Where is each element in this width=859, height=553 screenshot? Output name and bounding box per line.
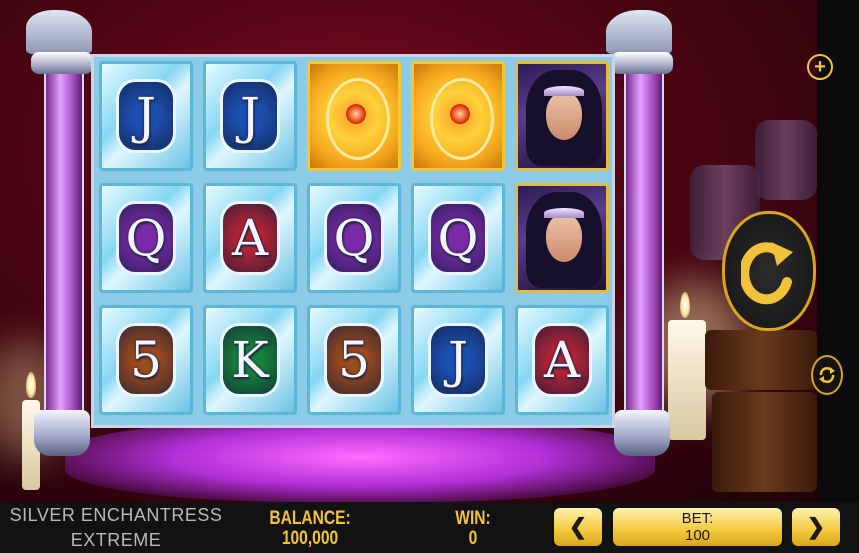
potion-jar-2 [755,120,817,200]
scatter-symbol-icon [411,61,505,171]
spin-button[interactable] [722,211,816,331]
plus-icon: + [814,56,826,78]
game-scene: J Q 5 J A K Q 5 Q J A + [0,0,859,502]
symbol-tile: A [203,183,297,293]
enchantress-tiara [544,208,584,218]
symbol-letter: 5 [338,331,370,389]
autoplay-icon [819,367,835,383]
spell-book-stack [712,392,817,492]
magic-mist [65,420,655,502]
spin-arrow-icon [741,242,793,305]
win-value: 0 [468,528,478,549]
chevron-left-icon: ❮ [568,514,588,539]
scatter-symbol-icon [307,61,401,171]
pillar-right [624,55,664,449]
enchantress-symbol-icon [515,183,609,293]
symbol-letter: Q [125,209,167,267]
symbol-tile: J [411,305,505,415]
symbol-letter: K [231,331,269,389]
dragon-left-icon [26,10,92,54]
symbol-letter: J [239,87,261,145]
autoplay-button[interactable] [811,355,843,395]
pillar-left [44,55,84,449]
game-title-line2: EXTREME [70,530,162,550]
dragon-right-icon [606,10,672,54]
symbol-tile: 5 [99,305,193,415]
symbol-tile: Q [99,183,193,293]
pillar-base-right [614,410,670,456]
candle-right [668,320,706,440]
enchantress-face [546,214,582,262]
bet-decrease-button[interactable]: ❮ [554,508,602,546]
bet-display: BET: 100 [613,508,782,546]
pillar-base-left [34,410,90,456]
symbol-tile: A [515,305,609,415]
symbol-tile: Q [411,183,505,293]
symbol-letter: A [231,209,269,267]
pillar-cap-left [31,52,93,74]
symbol-letter: J [447,331,469,389]
bet-label: BET: [681,510,714,527]
enchantress-tiara [544,86,584,96]
symbol-letter: J [135,87,157,145]
symbol-letter: Q [437,209,479,267]
ruby-gem [450,104,470,124]
win-label: WIN: [455,508,491,529]
enchantress-symbol-icon [515,61,609,171]
balance-label: BALANCE: [269,508,351,529]
spell-book [705,330,817,390]
bet-increase-button[interactable]: ❯ [792,508,840,546]
ruby-gem [346,104,366,124]
flame-right [680,292,690,318]
chevron-right-icon: ❯ [806,514,826,539]
symbol-tile: Q [307,183,401,293]
game-title-line1: SILVER ENCHANTRESS [9,505,223,525]
symbol-tile: 5 [307,305,401,415]
symbol-letter: 5 [130,331,162,389]
enchantress-face [546,92,582,140]
symbol-tile: J [203,61,297,171]
symbol-tile: J [99,61,193,171]
symbol-letter: Q [333,209,375,267]
balance-value: 100,000 [281,528,339,549]
reel-grid: J Q 5 J A K Q 5 Q J A [91,54,615,428]
pillar-cap-right [611,52,673,74]
symbol-letter: A [543,331,581,389]
bet-value: 100 [684,527,711,544]
symbol-tile: K [203,305,297,415]
flame-left [26,372,36,398]
menu-button[interactable]: + [807,54,833,80]
